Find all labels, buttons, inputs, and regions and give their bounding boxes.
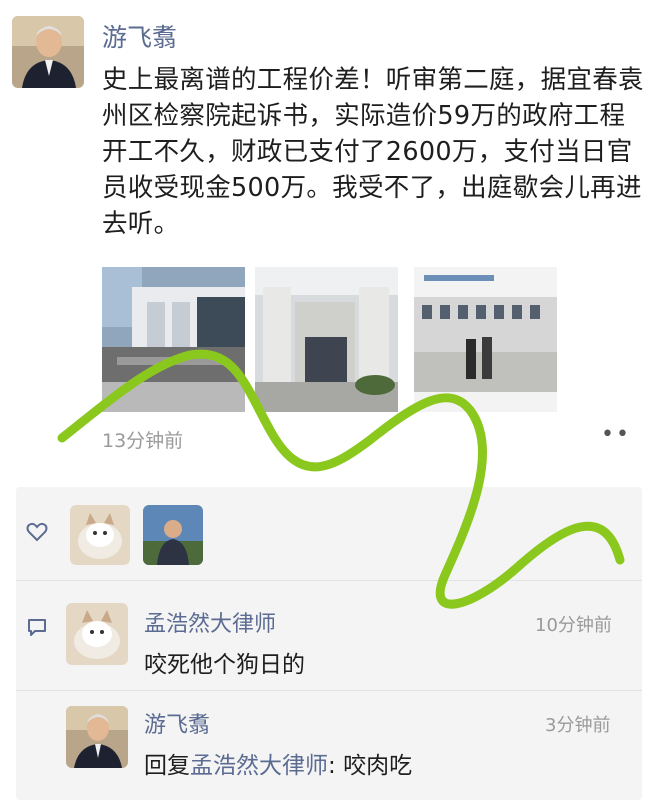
more-dots-icon[interactable]: •• — [601, 422, 631, 447]
comment-1-author[interactable]: 孟浩然大律师 — [144, 606, 276, 638]
comment-icon — [26, 617, 48, 637]
post-photo-1[interactable] — [102, 267, 245, 412]
like-avatar-1[interactable] — [70, 505, 130, 565]
post-photo-3[interactable] — [414, 267, 557, 412]
comment-2-author[interactable]: 游飞翥 — [144, 707, 210, 739]
comment-2-text: 回复孟浩然大律师: 咬肉吃 — [144, 746, 412, 780]
heart-icon — [26, 522, 48, 542]
comment-2-time: 3分钟前 — [545, 715, 611, 736]
comment-1-avatar[interactable] — [66, 603, 128, 665]
post-photo-2[interactable] — [255, 267, 398, 412]
comment-1-text: 咬死他个狗日的 — [144, 652, 305, 678]
reply-separator: : — [328, 753, 344, 779]
reply-body: 咬肉吃 — [343, 753, 413, 779]
post-author-name[interactable]: 游飞翥 — [102, 18, 177, 54]
reply-to-name[interactable]: 孟浩然大律师 — [190, 753, 328, 779]
reply-prefix: 回复 — [144, 753, 190, 779]
post-text: 史上最离谱的工程价差！听审第二庭，据宜春袁州区检察院起诉书，实际造价59万的政府… — [102, 65, 644, 239]
comment-1-time: 10分钟前 — [535, 615, 612, 636]
comment-2-avatar[interactable] — [66, 706, 128, 768]
divider — [16, 690, 642, 691]
post-author-avatar[interactable] — [12, 16, 84, 88]
post-time: 13分钟前 — [102, 430, 184, 452]
divider — [16, 580, 642, 581]
like-avatar-2[interactable] — [143, 505, 203, 565]
